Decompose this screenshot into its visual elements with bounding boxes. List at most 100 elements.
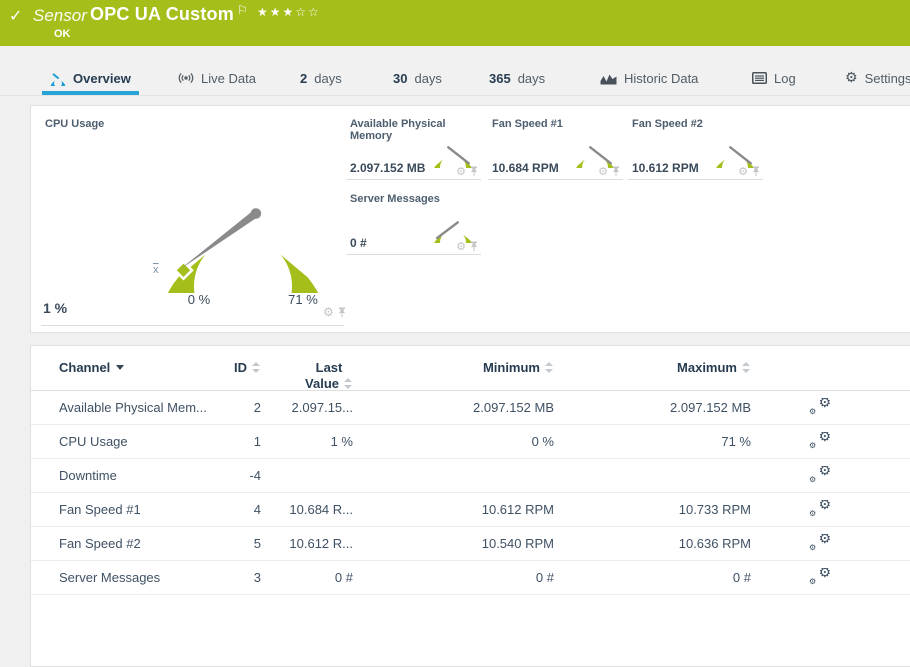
channel-settings-icon[interactable]: ⚙ ⚙: [809, 568, 831, 586]
channel-name[interactable]: Fan Speed #2: [31, 536, 239, 551]
cpu-gauge: [167, 208, 319, 293]
table-row[interactable]: Downtime -4 ⚙ ⚙: [31, 459, 910, 493]
channel-name[interactable]: Available Physical Mem...: [31, 400, 239, 415]
channel-name[interactable]: Server Messages: [31, 570, 239, 585]
channel-maximum: 71 %: [721, 434, 751, 449]
table-row[interactable]: Fan Speed #1 4 10.684 R... 10.612 RPM 10…: [31, 493, 910, 527]
channel-minimum: 2.097.152 MB: [473, 400, 554, 415]
tab-live-data[interactable]: Live Data: [170, 61, 264, 95]
tab-label: Historic Data: [624, 70, 699, 86]
live-signal-icon: [178, 70, 194, 86]
gauge-title: Fan Speed #2: [632, 118, 703, 130]
tile-actions: ⚙: [456, 166, 479, 177]
sensor-status-bar: ✓ Sensor OPC UA Custom ⚐ ★★★☆☆ OK: [0, 0, 910, 46]
fan1-gauge: [576, 146, 614, 168]
channel-id: 1: [253, 434, 261, 449]
sort-desc-icon: [116, 365, 125, 370]
gear-icon[interactable]: ⚙: [598, 166, 608, 177]
pin-icon[interactable]: [751, 166, 761, 177]
gear-icon[interactable]: ⚙: [323, 306, 334, 318]
channel-name[interactable]: Downtime: [31, 468, 239, 483]
tile-actions: ⚙: [738, 166, 761, 177]
table-row[interactable]: CPU Usage 1 1 % 0 % 71 % ⚙ ⚙: [31, 425, 910, 459]
table-row[interactable]: Server Messages 3 0 # 0 # 0 # ⚙ ⚙: [31, 561, 910, 595]
channel-maximum: 0 #: [732, 570, 751, 585]
channel-maximum: 10.636 RPM: [678, 536, 751, 551]
server-messages-gauge: [434, 221, 472, 243]
tab-30-days[interactable]: 30 days: [385, 61, 450, 95]
channel-id: 2: [253, 400, 261, 415]
gear-icon[interactable]: ⚙: [456, 241, 466, 252]
tab-number: 30: [393, 70, 408, 86]
tab-number: 365: [489, 70, 511, 86]
pin-icon[interactable]: [611, 166, 621, 177]
gauge-tile-memory[interactable]: Available Physical Memory 2.097.152 MB ⚙: [346, 116, 481, 180]
tab-log[interactable]: Log: [744, 61, 804, 95]
channel-settings-icon[interactable]: ⚙ ⚙: [809, 432, 831, 450]
channel-last-value: 2.097.15...: [291, 400, 353, 415]
channel-name[interactable]: CPU Usage: [31, 434, 239, 449]
tab-settings[interactable]: ⚙ Settings: [837, 61, 910, 95]
column-header-last-value[interactable]: Last Value: [261, 360, 353, 390]
gauge-tile-cpu-usage[interactable]: CPU Usage x 0 % 71 % 1 % ⚙: [41, 106, 347, 326]
flag-icon[interactable]: ⚐: [237, 3, 248, 17]
gauge-title: Fan Speed #1: [492, 118, 563, 130]
tab-label: days: [517, 70, 546, 86]
column-header-maximum[interactable]: Maximum: [554, 360, 751, 390]
channel-last-value: 10.612 R...: [289, 536, 353, 551]
channel-settings-icon[interactable]: ⚙ ⚙: [809, 500, 831, 518]
gauge-icon: [50, 70, 66, 96]
pin-icon[interactable]: [469, 241, 479, 252]
pin-icon[interactable]: [469, 166, 479, 177]
tab-2-days[interactable]: 2 days: [292, 61, 350, 95]
channel-last-value: 10.684 R...: [289, 502, 353, 517]
gauge-tile-fan2[interactable]: Fan Speed #2 10.612 RPM ⚙: [628, 116, 763, 180]
table-row[interactable]: Available Physical Mem... 2 2.097.15... …: [31, 391, 910, 425]
gauge-needle: [179, 210, 259, 270]
channel-minimum: 10.540 RPM: [481, 536, 554, 551]
tab-365-days[interactable]: 365 days: [481, 61, 553, 95]
column-header-id[interactable]: ID: [201, 360, 261, 390]
gauge-tile-server-messages[interactable]: Server Messages 0 # ⚙: [346, 191, 481, 255]
log-list-icon: [752, 72, 767, 84]
memory-gauge: [434, 146, 472, 168]
column-header-settings: [751, 360, 901, 390]
channel-table-panel: Channel ID Last Value Minimum Maximum Av…: [30, 345, 910, 667]
tab-label: Settings: [864, 70, 910, 86]
gauge-last-value: 10.684 RPM: [492, 161, 559, 175]
channel-id: 5: [253, 536, 261, 551]
channel-settings-icon[interactable]: ⚙ ⚙: [809, 398, 831, 416]
channel-maximum: 2.097.152 MB: [670, 400, 751, 415]
sort-icon: [252, 362, 261, 373]
gear-icon[interactable]: ⚙: [456, 166, 466, 177]
ok-check-icon: ✓: [9, 6, 23, 25]
gauge-needle: [589, 146, 612, 165]
channel-last-value: 1 %: [330, 434, 353, 449]
gauge-scale-min: 0 %: [187, 292, 211, 307]
tab-overview[interactable]: Overview: [42, 61, 139, 96]
gauge-last-value: 10.612 RPM: [632, 161, 699, 175]
channel-minimum: 0 #: [535, 570, 554, 585]
sensor-name: OPC UA Custom: [90, 4, 234, 24]
pin-icon[interactable]: [337, 307, 347, 318]
tile-actions: ⚙: [323, 306, 347, 318]
column-header-minimum[interactable]: Minimum: [353, 360, 554, 390]
gauge-last-value: 1 %: [43, 300, 68, 316]
channel-maximum: 10.733 RPM: [678, 502, 751, 517]
tab-number: 2: [300, 70, 308, 86]
tab-historic-data[interactable]: Historic Data: [592, 61, 706, 95]
fan2-gauge: [716, 146, 754, 168]
priority-stars[interactable]: ★★★☆☆: [257, 5, 321, 19]
channel-settings-icon[interactable]: ⚙ ⚙: [809, 466, 831, 484]
table-header-row: Channel ID Last Value Minimum Maximum: [31, 346, 910, 391]
gauge-tile-fan1[interactable]: Fan Speed #1 10.684 RPM ⚙: [488, 116, 623, 180]
channel-minimum: 0 %: [531, 434, 554, 449]
area-chart-icon: [600, 72, 617, 85]
gear-icon[interactable]: ⚙: [738, 166, 748, 177]
active-tab-underline: [42, 91, 139, 95]
channel-name[interactable]: Fan Speed #1: [31, 502, 239, 517]
table-row[interactable]: Fan Speed #2 5 10.612 R... 10.540 RPM 10…: [31, 527, 910, 561]
tab-bar: Overview Live Data 2 days 30 days 365 da…: [0, 46, 910, 96]
channel-settings-icon[interactable]: ⚙ ⚙: [809, 534, 831, 552]
status-badge: OK: [54, 28, 71, 40]
